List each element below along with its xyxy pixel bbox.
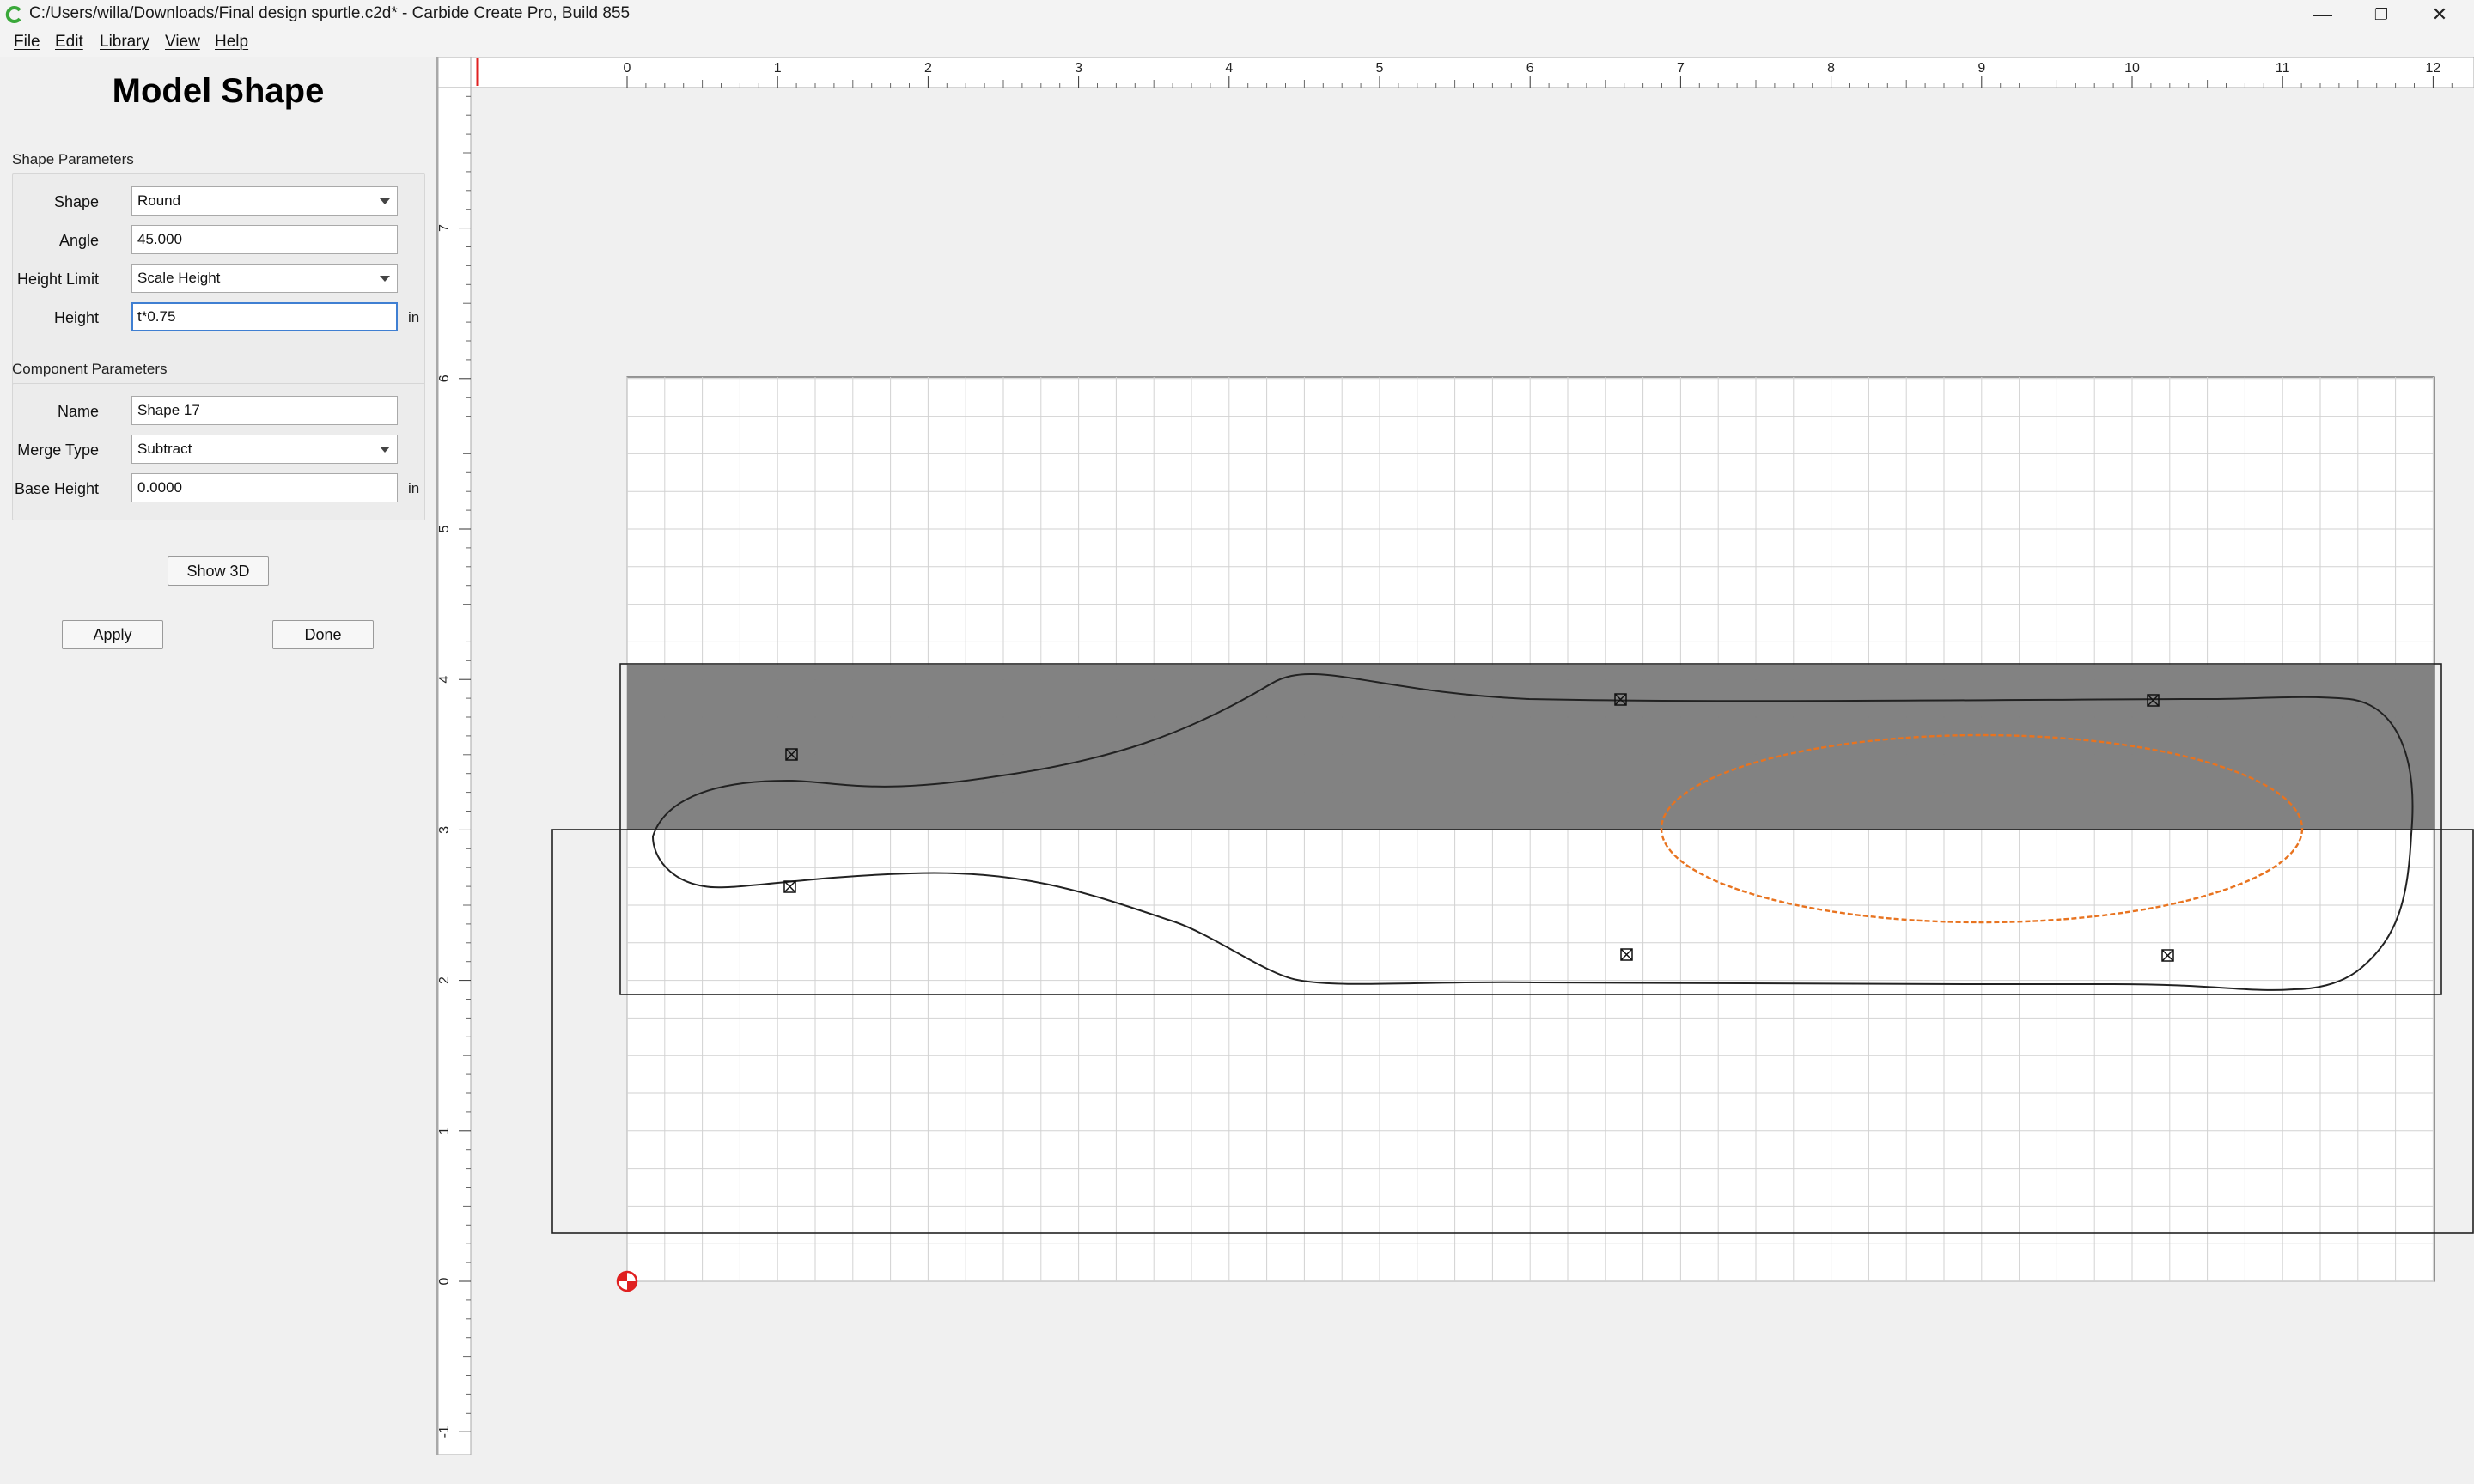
height-limit-select[interactable]: Scale Height <box>131 264 398 293</box>
shape-select[interactable]: Round <box>131 186 398 216</box>
y-ruler-label: 4 <box>438 676 452 684</box>
x-ruler-label: 2 <box>924 61 932 76</box>
x-ruler-label: 8 <box>1827 61 1835 76</box>
menu-help[interactable]: Help <box>215 33 248 52</box>
x-ruler-label: 10 <box>2124 61 2140 76</box>
restore-icon: ❐ <box>2373 5 2389 23</box>
y-ruler-label: 3 <box>438 826 452 834</box>
height-limit-label: Height Limit <box>16 271 99 288</box>
x-ruler-label: 9 <box>1977 61 1985 76</box>
ruler-corner <box>437 56 472 88</box>
vertical-ruler: 7 6 5 4 3 2 1 0 -1 <box>437 87 472 1456</box>
menu-file[interactable]: File <box>14 33 40 52</box>
horizontal-ruler: 0 1 2 3 4 5 6 7 8 9 10 11 12 <box>437 56 2474 88</box>
y-ruler-label: 7 <box>438 224 452 232</box>
x-ruler-label: 0 <box>624 61 631 76</box>
y-ruler-label: 6 <box>438 374 452 382</box>
model-shape-panel: Model Shape Shape Parameters Shape Round… <box>0 57 438 1455</box>
title-bar: C:/Users/willa/Downloads/Final design sp… <box>0 0 2474 29</box>
done-button[interactable]: Done <box>272 620 374 649</box>
name-label: Name <box>57 403 99 420</box>
shaded-region <box>627 665 2434 830</box>
x-ruler-label: 5 <box>1376 61 1384 76</box>
y-ruler-label: -1 <box>438 1426 452 1438</box>
base-height-label: Base Height <box>14 480 99 497</box>
y-ruler-label: 1 <box>438 1127 452 1134</box>
restore-button[interactable]: ❐ <box>2352 0 2410 29</box>
merge-type-select-value: Subtract <box>137 441 192 457</box>
menu-view[interactable]: View <box>165 33 200 52</box>
close-icon: ✕ <box>2431 3 2448 25</box>
minimize-button[interactable]: — <box>2294 0 2352 29</box>
chevron-down-icon <box>380 276 390 282</box>
height-limit-select-value: Scale Height <box>137 270 221 286</box>
origin-marker <box>616 1270 638 1292</box>
panel-title: Model Shape <box>112 72 325 110</box>
status-bar <box>0 1455 2474 1484</box>
carbide-create-icon <box>5 6 21 23</box>
chevron-down-icon <box>380 447 390 453</box>
menu-bar: File Edit Library View Help <box>0 29 2474 57</box>
close-button[interactable]: ✕ <box>2410 0 2469 29</box>
x-ruler-label: 6 <box>1526 61 1534 76</box>
name-input[interactable]: Shape 17 <box>131 396 398 425</box>
shape-select-value: Round <box>137 192 181 209</box>
angle-label: Angle <box>58 232 99 249</box>
x-ruler-label: 11 <box>2276 61 2290 76</box>
y-ruler-label: 0 <box>438 1277 452 1285</box>
base-height-unit: in <box>408 480 420 496</box>
menu-library[interactable]: Library <box>100 33 149 52</box>
merge-type-select[interactable]: Subtract <box>131 435 398 464</box>
x-ruler-label: 7 <box>1677 61 1685 76</box>
x-ruler-label: 12 <box>2426 61 2441 76</box>
base-height-input[interactable]: 0.0000 <box>131 473 398 502</box>
merge-type-label: Merge Type <box>17 441 99 459</box>
x-ruler-label: 4 <box>1225 61 1233 76</box>
chevron-down-icon <box>380 198 390 204</box>
shape-label: Shape <box>53 193 99 210</box>
window-title: C:/Users/willa/Downloads/Final design sp… <box>29 4 631 22</box>
x-ruler-label: 1 <box>774 61 782 76</box>
design-canvas[interactable]: 0 1 2 3 4 5 6 7 8 9 10 11 12 7 6 5 4 3 2 1 0 -1 <box>437 56 2474 1456</box>
minimize-icon: — <box>2313 3 2332 25</box>
show-3d-button[interactable]: Show 3D <box>168 556 269 586</box>
height-input[interactable]: t*0.75 <box>131 302 398 331</box>
y-ruler-label: 2 <box>438 976 452 984</box>
x-ruler-label: 3 <box>1075 61 1082 76</box>
height-unit: in <box>408 309 420 325</box>
height-label: Height <box>53 309 99 326</box>
menu-edit[interactable]: Edit <box>55 33 83 52</box>
y-ruler-label: 5 <box>438 525 452 532</box>
apply-button[interactable]: Apply <box>62 620 163 649</box>
component-parameters-label: Component Parameters <box>12 361 168 377</box>
design-canvas-svg[interactable]: 0 1 2 3 4 5 6 7 8 9 10 11 12 76543210-1 <box>437 56 2474 1456</box>
angle-input[interactable]: 45.000 <box>131 225 398 254</box>
component-parameters-group: Name Shape 17 Merge Type Subtract Base H… <box>12 383 425 520</box>
shape-parameters-label: Shape Parameters <box>12 151 134 167</box>
